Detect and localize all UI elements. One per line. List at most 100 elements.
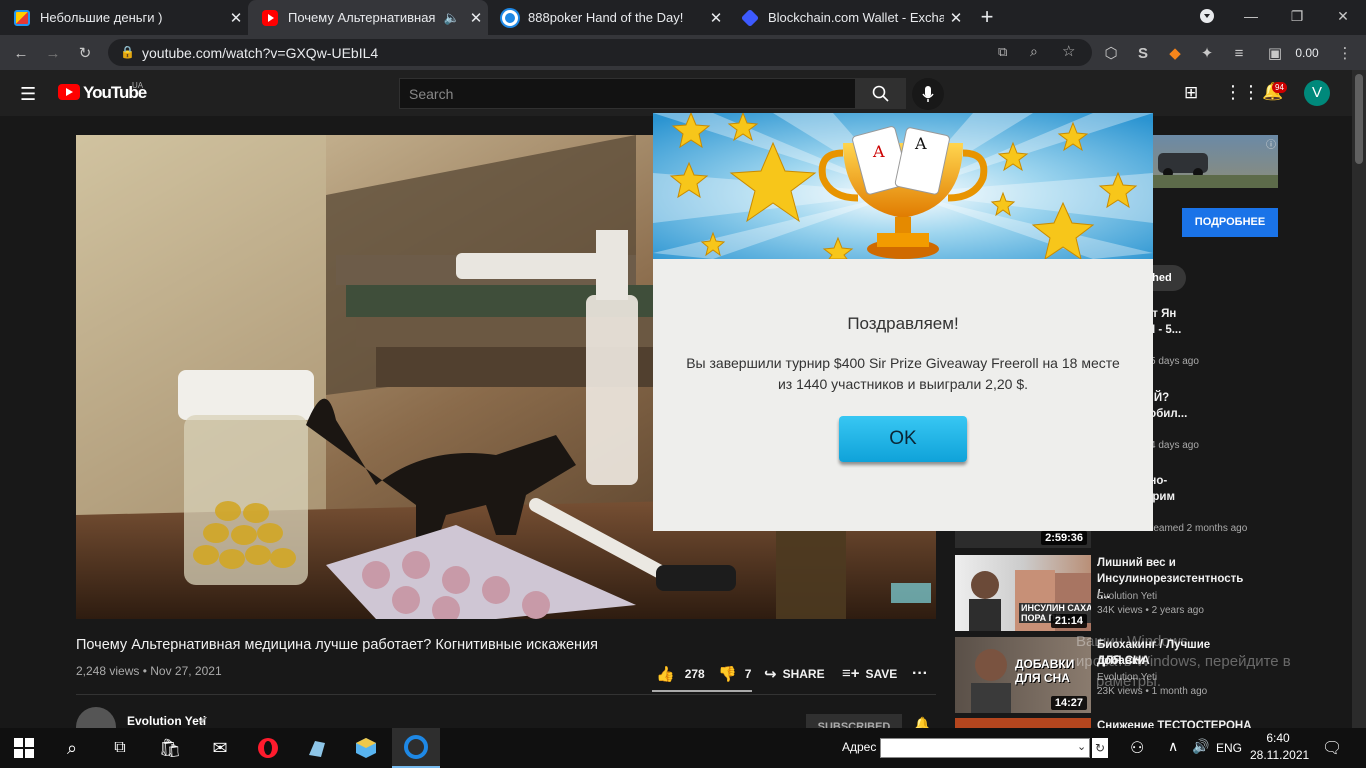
poker-favicon-icon	[502, 9, 518, 26]
scrollbar-thumb[interactable]	[1355, 74, 1363, 164]
restore-button[interactable]: ❐	[1274, 0, 1320, 32]
close-icon[interactable]: ✕	[944, 9, 968, 27]
tab-2[interactable]: Почему Альтернативная ме 🔈 ✕	[248, 0, 488, 35]
create-video-icon[interactable]: ⊞	[1184, 83, 1198, 103]
tab-3[interactable]: 888poker Hand of the Day! ✕	[488, 0, 728, 35]
youtube-logo-icon[interactable]	[58, 84, 80, 100]
like-button[interactable]: 👍 278	[656, 665, 705, 683]
tab-1[interactable]: Небольшие деньги ) ✕	[0, 0, 248, 35]
avatar[interactable]: V	[1304, 80, 1330, 106]
like-count: 278	[684, 667, 705, 681]
tab-4[interactable]: Blockchain.com Wallet - Exchang ✕	[728, 0, 968, 35]
watermark-line: ировать Windows, перейдите в	[1076, 653, 1291, 670]
metamask-icon[interactable]: ◆	[1164, 42, 1186, 64]
bookmark-star-icon[interactable]: ☆	[1062, 42, 1075, 60]
wallet-extension-icon[interactable]: ▣	[1262, 42, 1288, 64]
related-thumbnail[interactable]: ИНСУЛИН САХАР ПОРА ПР 21:14	[955, 555, 1091, 631]
address-bar[interactable]: 🔒 youtube.com/watch?v=GXQw-UEbIL4 ⧉ ⌕ ☆	[108, 39, 1092, 66]
extensions-puzzle-icon[interactable]: ✦	[1196, 42, 1218, 64]
search-button[interactable]	[856, 78, 906, 109]
address-toolbar-input[interactable]: ⌄	[880, 738, 1090, 758]
forward-icon[interactable]: →	[42, 42, 64, 64]
open-in-app-icon[interactable]: ⧉	[998, 44, 1007, 60]
thumbs-up-icon: 👍	[656, 666, 675, 683]
related-meta: 34K views • 2 years ago	[1097, 605, 1204, 616]
divider	[76, 694, 936, 695]
mail-icon[interactable]: ✉	[196, 728, 244, 768]
wallet-balance[interactable]: 0.00	[1292, 42, 1322, 64]
app-cube-icon[interactable]	[342, 728, 390, 768]
related-thumbnail[interactable]: ДОБАВКИ ДЛЯ СНА 14:27	[955, 637, 1091, 713]
chevron-up-icon[interactable]: ∧	[1168, 738, 1178, 755]
voice-search-button[interactable]	[912, 78, 944, 110]
tab-search-icon[interactable]	[1184, 0, 1230, 32]
video-title: Почему Альтернативная медицина лучше раб…	[76, 637, 598, 653]
lock-icon[interactable]: 🔒	[120, 45, 135, 59]
audio-icon[interactable]: 🔈	[440, 10, 464, 26]
search-icon	[872, 85, 889, 102]
people-icon[interactable]: ⚇	[1130, 738, 1144, 758]
url-text: youtube.com/watch?v=GXQw-UEbIL4	[142, 44, 379, 61]
related-meta: reamed 2 months ago	[1150, 523, 1248, 534]
extension-s-icon[interactable]: S	[1132, 42, 1154, 64]
thumbnail-text: ДОБАВКИ ДЛЯ СНА	[1015, 657, 1075, 685]
refresh-icon[interactable]: ↻	[1092, 738, 1108, 758]
dislike-button[interactable]: 👎 7	[718, 665, 751, 683]
share-icon: ↪	[764, 666, 777, 683]
zoom-icon[interactable]: ⌕	[1030, 43, 1038, 60]
dialog-title: Поздравляем!	[847, 314, 959, 333]
video-meta: 2,248 views • Nov 27, 2021	[76, 664, 222, 678]
share-label: SHARE	[782, 667, 825, 681]
poker-app-icon[interactable]	[392, 728, 440, 768]
ad-info-icon[interactable]: ⓘ	[1266, 136, 1276, 151]
minimize-button[interactable]: —	[1228, 0, 1274, 32]
notification-center-icon[interactable]: 🗨	[1322, 738, 1342, 758]
media-playlist-icon[interactable]: ≡	[1228, 42, 1250, 64]
save-playlist-icon: ≡+	[842, 665, 860, 682]
volume-icon[interactable]: 🔊	[1192, 738, 1209, 755]
menu-dots-icon[interactable]: ⋮	[1334, 42, 1356, 64]
ok-button[interactable]: OK	[839, 416, 967, 462]
related-channel[interactable]: Evolution Yeti	[1097, 591, 1157, 602]
tournament-result-dialog: A A Поздравляем! Вы завершили турнир $40…	[653, 113, 1153, 531]
save-button[interactable]: ≡+ SAVE	[842, 665, 897, 682]
ad-thumbnail[interactable]	[1150, 135, 1278, 188]
reload-icon[interactable]: ↻	[74, 42, 96, 64]
related-title-line[interactable]: Лишний вес и	[1097, 555, 1257, 571]
search-input[interactable]: Search	[399, 78, 856, 109]
share-button[interactable]: ↪ SHARE	[764, 665, 825, 683]
app-crystal-icon[interactable]	[292, 728, 340, 768]
store-icon[interactable]: 🛍	[146, 728, 194, 768]
close-window-button[interactable]: ✕	[1320, 0, 1366, 32]
language-indicator[interactable]: ENG	[1216, 741, 1242, 755]
related-thumbnail[interactable]	[955, 718, 1091, 728]
clock-time[interactable]: 6:40	[1253, 731, 1303, 745]
task-view-icon[interactable]: ⧉	[96, 728, 144, 768]
clock-date[interactable]: 28.11.2021	[1250, 748, 1309, 762]
blockchain-favicon-icon	[740, 8, 760, 27]
start-button[interactable]	[0, 728, 48, 768]
more-actions-icon[interactable]: ···	[912, 665, 928, 683]
close-icon[interactable]: ✕	[704, 9, 728, 27]
hamburger-menu-icon[interactable]: ☰	[20, 84, 36, 105]
dislike-count: 7	[744, 667, 752, 681]
svg-text:A: A	[914, 134, 927, 153]
page-scrollbar[interactable]	[1352, 70, 1366, 728]
ad-cta-button[interactable]: ПОДРОБНЕЕ	[1182, 208, 1278, 237]
video-duration: 14:27	[1050, 696, 1087, 710]
address-toolbar-label: Адрес	[842, 740, 877, 754]
apps-grid-icon[interactable]: ⋮⋮	[1224, 82, 1260, 103]
chevron-down-icon[interactable]: ⌄	[1077, 740, 1086, 753]
extension-cube-icon[interactable]: ⬡	[1100, 42, 1122, 64]
windows-taskbar: ⌕ ⧉ 🛍 ✉ Адрес ⌄ ↻ ⚇ ∧ 🔊 ENG 6:40 28.11.2…	[0, 728, 1366, 768]
svg-text:A: A	[872, 142, 885, 161]
close-icon[interactable]: ✕	[464, 9, 488, 27]
search-icon[interactable]: ⌕	[48, 728, 96, 768]
new-tab-button[interactable]: +	[976, 6, 998, 28]
close-icon[interactable]: ✕	[224, 9, 248, 27]
back-icon[interactable]: ←	[10, 42, 32, 64]
channel-name[interactable]: Evolution Yeti	[127, 714, 206, 728]
opera-icon[interactable]	[244, 728, 292, 768]
tab-title: Почему Альтернативная ме	[288, 10, 440, 25]
tab-favicon-icon	[14, 9, 30, 26]
